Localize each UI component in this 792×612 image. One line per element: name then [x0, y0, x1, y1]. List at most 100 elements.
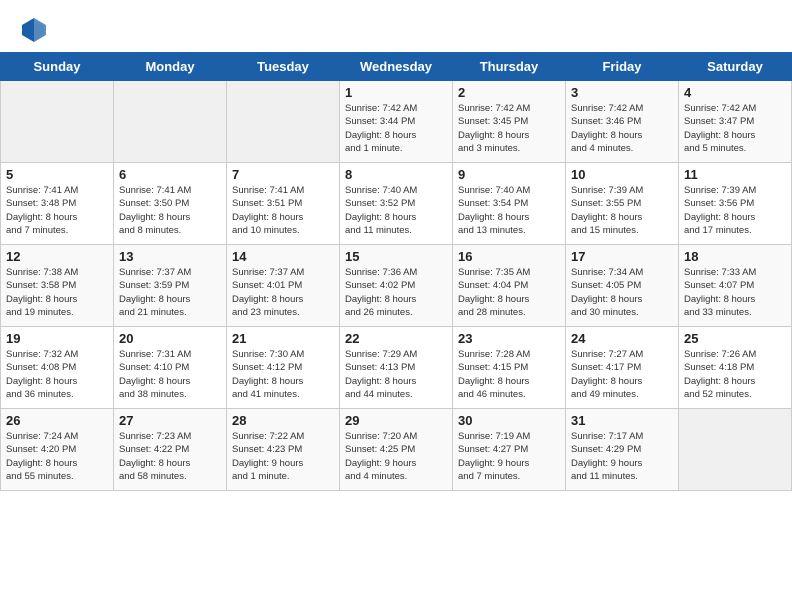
day-number: 29	[345, 413, 447, 428]
day-info: Sunrise: 7:42 AM Sunset: 3:44 PM Dayligh…	[345, 102, 447, 155]
day-info: Sunrise: 7:19 AM Sunset: 4:27 PM Dayligh…	[458, 430, 560, 483]
weekday-header: Sunday	[1, 53, 114, 81]
calendar-cell: 11 Sunrise: 7:39 AM Sunset: 3:56 PM Dayli…	[679, 163, 792, 245]
day-number: 15	[345, 249, 447, 264]
day-number: 1	[345, 85, 447, 100]
day-info: Sunrise: 7:35 AM Sunset: 4:04 PM Dayligh…	[458, 266, 560, 319]
day-number: 17	[571, 249, 673, 264]
calendar-cell: 15Sunrise: 7:36 AM Sunset: 4:02 PM Dayli…	[340, 245, 453, 327]
day-info: Sunrise: 7:37 AM Sunset: 3:59 PM Dayligh…	[119, 266, 221, 319]
page-header	[0, 0, 792, 52]
calendar-cell: 17 Sunrise: 7:34 AM Sunset: 4:05 PM Dayli…	[566, 245, 679, 327]
calendar-cell: 5Sunrise: 7:41 AM Sunset: 3:48 PM Daylig…	[1, 163, 114, 245]
calendar-week-row: 5Sunrise: 7:41 AM Sunset: 3:48 PM Daylig…	[1, 163, 792, 245]
calendar-cell: 1 Sunrise: 7:42 AM Sunset: 3:44 PM Daylig…	[340, 81, 453, 163]
weekday-header: Wednesday	[340, 53, 453, 81]
day-info: Sunrise: 7:30 AM Sunset: 4:12 PM Dayligh…	[232, 348, 334, 401]
day-number: 25	[684, 331, 786, 346]
logo-icon	[20, 16, 48, 44]
weekday-header: Tuesday	[227, 53, 340, 81]
day-number: 27	[119, 413, 221, 428]
calendar-cell: 20Sunrise: 7:31 AM Sunset: 4:10 PM Dayli…	[114, 327, 227, 409]
day-info: Sunrise: 7:17 AM Sunset: 4:29 PM Dayligh…	[571, 430, 673, 483]
day-info: Sunrise: 7:24 AM Sunset: 4:20 PM Dayligh…	[6, 430, 108, 483]
day-number: 23	[458, 331, 560, 346]
day-info: Sunrise: 7:40 AM Sunset: 3:52 PM Dayligh…	[345, 184, 447, 237]
day-info: Sunrise: 7:42 AM Sunset: 3:45 PM Dayligh…	[458, 102, 560, 155]
day-number: 12	[6, 249, 108, 264]
calendar-cell	[679, 409, 792, 491]
calendar-week-row: 19 Sunrise: 7:32 AM Sunset: 4:08 PM Dayli…	[1, 327, 792, 409]
calendar-cell: 7 Sunrise: 7:41 AM Sunset: 3:51 PM Daylig…	[227, 163, 340, 245]
day-info: Sunrise: 7:28 AM Sunset: 4:15 PM Dayligh…	[458, 348, 560, 401]
day-number: 16	[458, 249, 560, 264]
logo	[20, 16, 52, 44]
day-number: 19	[6, 331, 108, 346]
calendar-cell: 31 Sunrise: 7:17 AM Sunset: 4:29 PM Dayli…	[566, 409, 679, 491]
calendar-header: SundayMondayTuesdayWednesdayThursdayFrid…	[1, 53, 792, 81]
calendar-cell	[114, 81, 227, 163]
calendar-body: 1 Sunrise: 7:42 AM Sunset: 3:44 PM Daylig…	[1, 81, 792, 491]
day-info: Sunrise: 7:41 AM Sunset: 3:50 PM Dayligh…	[119, 184, 221, 237]
calendar-cell: 10Sunrise: 7:39 AM Sunset: 3:55 PM Dayli…	[566, 163, 679, 245]
day-info: Sunrise: 7:22 AM Sunset: 4:23 PM Dayligh…	[232, 430, 334, 483]
calendar-cell: 2 Sunrise: 7:42 AM Sunset: 3:45 PM Daylig…	[453, 81, 566, 163]
calendar-cell: 6 Sunrise: 7:41 AM Sunset: 3:50 PM Daylig…	[114, 163, 227, 245]
day-number: 11	[684, 167, 786, 182]
day-number: 14	[232, 249, 334, 264]
day-info: Sunrise: 7:38 AM Sunset: 3:58 PM Dayligh…	[6, 266, 108, 319]
weekday-header: Monday	[114, 53, 227, 81]
day-info: Sunrise: 7:39 AM Sunset: 3:56 PM Dayligh…	[684, 184, 786, 237]
day-number: 26	[6, 413, 108, 428]
calendar-cell: 22 Sunrise: 7:29 AM Sunset: 4:13 PM Dayli…	[340, 327, 453, 409]
day-info: Sunrise: 7:41 AM Sunset: 3:51 PM Dayligh…	[232, 184, 334, 237]
calendar-cell: 3 Sunrise: 7:42 AM Sunset: 3:46 PM Daylig…	[566, 81, 679, 163]
day-number: 22	[345, 331, 447, 346]
day-info: Sunrise: 7:26 AM Sunset: 4:18 PM Dayligh…	[684, 348, 786, 401]
weekday-header: Friday	[566, 53, 679, 81]
day-info: Sunrise: 7:32 AM Sunset: 4:08 PM Dayligh…	[6, 348, 108, 401]
day-info: Sunrise: 7:41 AM Sunset: 3:48 PM Dayligh…	[6, 184, 108, 237]
calendar-cell	[1, 81, 114, 163]
weekday-header: Thursday	[453, 53, 566, 81]
calendar-cell: 19 Sunrise: 7:32 AM Sunset: 4:08 PM Dayli…	[1, 327, 114, 409]
day-number: 24	[571, 331, 673, 346]
day-number: 3	[571, 85, 673, 100]
calendar-week-row: 12 Sunrise: 7:38 AM Sunset: 3:58 PM Dayli…	[1, 245, 792, 327]
calendar-cell: 28Sunrise: 7:22 AM Sunset: 4:23 PM Dayli…	[227, 409, 340, 491]
day-info: Sunrise: 7:23 AM Sunset: 4:22 PM Dayligh…	[119, 430, 221, 483]
day-info: Sunrise: 7:27 AM Sunset: 4:17 PM Dayligh…	[571, 348, 673, 401]
day-number: 6	[119, 167, 221, 182]
calendar-cell: 25 Sunrise: 7:26 AM Sunset: 4:18 PM Dayli…	[679, 327, 792, 409]
calendar-table: SundayMondayTuesdayWednesdayThursdayFrid…	[0, 52, 792, 491]
day-info: Sunrise: 7:33 AM Sunset: 4:07 PM Dayligh…	[684, 266, 786, 319]
weekday-header: Saturday	[679, 53, 792, 81]
calendar-cell	[227, 81, 340, 163]
day-info: Sunrise: 7:29 AM Sunset: 4:13 PM Dayligh…	[345, 348, 447, 401]
calendar-cell: 13 Sunrise: 7:37 AM Sunset: 3:59 PM Dayli…	[114, 245, 227, 327]
day-number: 4	[684, 85, 786, 100]
day-info: Sunrise: 7:42 AM Sunset: 3:47 PM Dayligh…	[684, 102, 786, 155]
day-info: Sunrise: 7:37 AM Sunset: 4:01 PM Dayligh…	[232, 266, 334, 319]
day-number: 7	[232, 167, 334, 182]
day-number: 8	[345, 167, 447, 182]
day-info: Sunrise: 7:34 AM Sunset: 4:05 PM Dayligh…	[571, 266, 673, 319]
day-number: 13	[119, 249, 221, 264]
calendar-cell: 29Sunrise: 7:20 AM Sunset: 4:25 PM Dayli…	[340, 409, 453, 491]
calendar-cell: 24 Sunrise: 7:27 AM Sunset: 4:17 PM Dayli…	[566, 327, 679, 409]
day-number: 20	[119, 331, 221, 346]
calendar-cell: 27 Sunrise: 7:23 AM Sunset: 4:22 PM Dayli…	[114, 409, 227, 491]
day-number: 9	[458, 167, 560, 182]
calendar-cell: 16 Sunrise: 7:35 AM Sunset: 4:04 PM Dayli…	[453, 245, 566, 327]
calendar-cell: 23 Sunrise: 7:28 AM Sunset: 4:15 PM Dayli…	[453, 327, 566, 409]
day-number: 31	[571, 413, 673, 428]
day-number: 30	[458, 413, 560, 428]
calendar-cell: 4 Sunrise: 7:42 AM Sunset: 3:47 PM Daylig…	[679, 81, 792, 163]
calendar-cell: 30 Sunrise: 7:19 AM Sunset: 4:27 PM Dayli…	[453, 409, 566, 491]
day-info: Sunrise: 7:42 AM Sunset: 3:46 PM Dayligh…	[571, 102, 673, 155]
calendar-week-row: 26 Sunrise: 7:24 AM Sunset: 4:20 PM Dayli…	[1, 409, 792, 491]
day-number: 2	[458, 85, 560, 100]
calendar-cell: 9Sunrise: 7:40 AM Sunset: 3:54 PM Daylig…	[453, 163, 566, 245]
day-number: 21	[232, 331, 334, 346]
calendar-week-row: 1 Sunrise: 7:42 AM Sunset: 3:44 PM Daylig…	[1, 81, 792, 163]
